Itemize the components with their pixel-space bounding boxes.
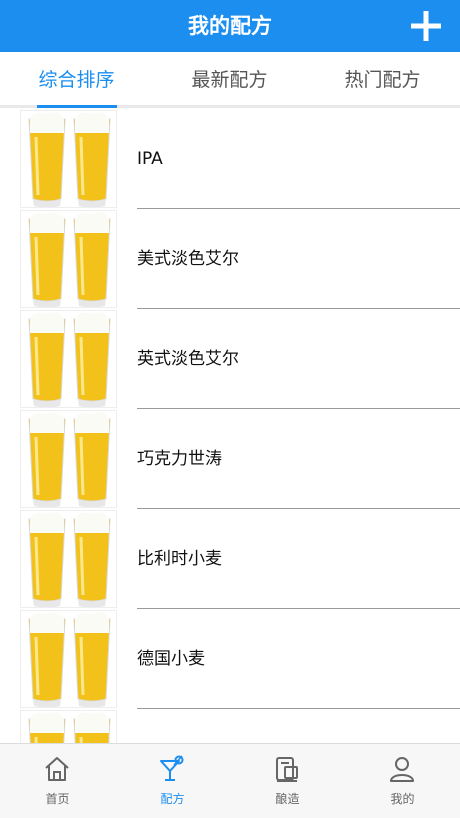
tabbar-label: 酿造: [275, 792, 300, 806]
recipe-list[interactable]: IPA 美式淡色艾尔 英式淡色艾尔 巧克力世涛 比利时小麦 德国小麦: [0, 110, 460, 743]
cocktail-icon: [160, 755, 184, 781]
list-item[interactable]: 比利时小麦: [0, 510, 460, 610]
divider: [137, 508, 460, 509]
brewing-icon: [276, 757, 298, 782]
app-header: 我的配方: [0, 0, 460, 52]
beer-glasses-image: [20, 710, 117, 743]
beer-glasses-image: [20, 610, 117, 708]
list-item[interactable]: 英式淡色艾尔: [0, 310, 460, 410]
user-icon: [390, 757, 414, 782]
divider: [137, 208, 460, 209]
plus-icon[interactable]: [408, 8, 444, 44]
filter-tabs: 综合排序 最新配方 热门配方: [0, 52, 460, 108]
tab-popular[interactable]: 热门配方: [306, 52, 459, 108]
divider: [137, 408, 460, 409]
beer-glasses-image: [20, 510, 117, 608]
tab-latest[interactable]: 最新配方: [153, 52, 306, 108]
home-icon: [45, 757, 69, 781]
bottom-tab-bar: 首页 配方 酿造 我的: [0, 743, 460, 818]
divider: [137, 608, 460, 609]
list-item[interactable]: 美式淡色艾尔: [0, 210, 460, 310]
recipe-name: 比利时小麦: [137, 549, 222, 569]
list-item[interactable]: [0, 710, 460, 743]
tabbar-item-home[interactable]: 首页: [0, 744, 115, 818]
tabbar-item-recipes[interactable]: 配方: [115, 744, 230, 818]
list-item[interactable]: 德国小麦: [0, 610, 460, 710]
tabbar-label: 配方: [160, 792, 185, 806]
list-item[interactable]: IPA: [0, 110, 460, 210]
recipe-name: 美式淡色艾尔: [137, 249, 239, 269]
recipe-name: IPA: [137, 149, 163, 169]
tabbar-label: 我的: [390, 792, 415, 806]
divider: [137, 308, 460, 309]
beer-glasses-image: [20, 410, 117, 508]
recipe-name: 英式淡色艾尔: [137, 349, 239, 369]
beer-glasses-image: [20, 110, 117, 208]
active-tab-indicator: [37, 105, 117, 108]
tabbar-label: 首页: [45, 792, 70, 806]
divider: [137, 708, 460, 709]
tabbar-item-brewing[interactable]: 酿造: [230, 744, 345, 818]
tab-comprehensive[interactable]: 综合排序: [0, 52, 153, 108]
beer-glasses-image: [20, 310, 117, 408]
list-item[interactable]: 巧克力世涛: [0, 410, 460, 510]
beer-glasses-image: [20, 210, 117, 308]
page-title: 我的配方: [188, 14, 272, 38]
recipe-name: 德国小麦: [137, 649, 205, 669]
tabbar-item-mine[interactable]: 我的: [345, 744, 460, 818]
recipe-name: 巧克力世涛: [137, 449, 222, 469]
